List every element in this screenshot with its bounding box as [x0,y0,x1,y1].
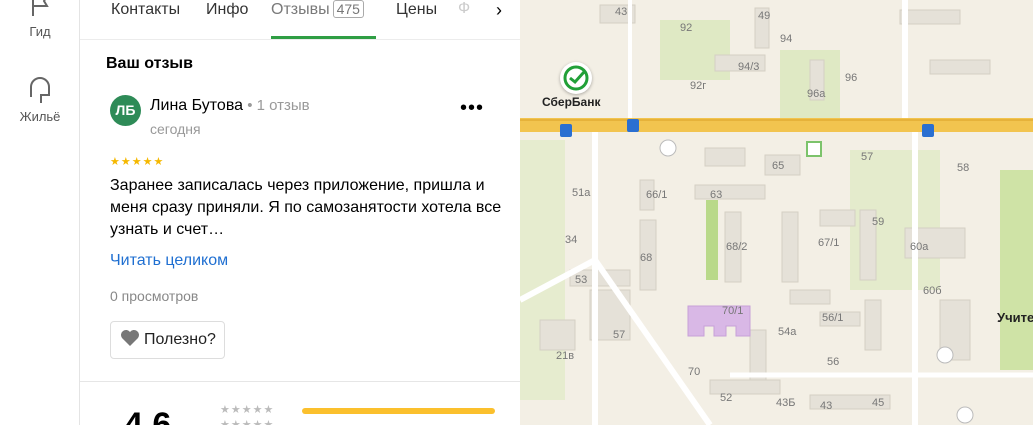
reviews-count-badge: 475 [332,0,364,18]
house-number: 65 [772,160,785,172]
house-number: 45 [872,397,885,409]
house-icon [30,77,50,103]
house-number: 70/1 [722,305,744,317]
house-number: 60а [910,241,929,253]
house-number: 94/3 [738,61,760,73]
rating-value: 4,6 [124,406,172,425]
house-number: 94 [780,33,793,45]
rail-item-housing[interactable]: Жильё [0,75,80,124]
house-number: 59 [872,216,885,228]
review-stars: ★★★★★ [110,156,165,168]
tab-reviews[interactable]: Отзывы 475 [271,0,364,20]
house-number: 68 [640,252,653,264]
house-number: 49 [758,10,771,22]
house-number: 92 [680,22,693,34]
review-text: Заранее записалась через приложение, при… [110,177,502,238]
map[interactable]: СберБанк Учитель 43 49 92 94 94/3 96 92г… [520,0,1033,425]
house-number: 96а [807,88,826,100]
sberbank-marker[interactable] [560,62,592,94]
tab-reviews-label: Отзывы [271,1,330,18]
heart-icon [121,330,139,346]
house-number: 70 [688,366,701,378]
house-number: 67/1 [818,237,840,249]
house-number: 21в [556,350,575,362]
house-number: 34 [565,234,578,246]
more-options-icon[interactable]: ••• [460,98,484,118]
house-number: 56 [827,356,840,368]
avatar[interactable]: ЛБ [110,95,141,126]
house-number: 57 [861,151,874,163]
house-number: 43Б [776,397,796,409]
poi-label[interactable]: СберБанк [542,95,600,109]
tab-bar: Контакты Инфо Отзывы 475 Цены Ф › [80,0,520,40]
author-name[interactable]: Лина Бутова [150,97,243,114]
house-number: 56/1 [822,312,844,324]
tab-contacts[interactable]: Контакты [111,0,180,20]
useful-button[interactable]: Полезно? [110,321,225,359]
chevron-right-icon[interactable]: › [484,0,514,24]
house-number: 66/1 [646,189,668,201]
read-more-link[interactable]: Читать целиком [110,252,228,270]
section-title: Ваш отзыв [106,55,193,72]
views-count: 0 просмотров [110,288,199,304]
review-date: сегодня [150,121,201,137]
house-number: 92г [690,80,707,92]
district-label: Учитель [997,310,1033,325]
map-canvas[interactable] [520,0,1033,425]
house-number: 57 [613,329,626,341]
sberbank-logo-icon [563,65,589,91]
house-number: 52 [720,392,733,404]
rail-item-label: Гид [29,24,51,39]
house-number: 96 [845,72,858,84]
useful-label: Полезно? [144,331,216,348]
flag-icon [32,0,49,16]
distribution-bar-5 [302,408,495,414]
house-number: 51а [572,187,591,199]
rail-item-label: Жильё [19,109,61,124]
review-author[interactable]: Лина Бутова • 1 отзыв [150,97,310,115]
house-number: 60б [923,285,942,297]
house-number: 43 [820,400,833,412]
tab-info[interactable]: Инфо [206,0,248,20]
tab-prices[interactable]: Цены [396,0,437,20]
house-number: 68/2 [726,241,748,253]
house-number: 54а [778,326,797,338]
house-number: 53 [575,274,588,286]
distribution-stars-5: ★★★★★ [220,404,275,416]
left-rail: Гид Жильё [0,0,80,425]
author-review-count: • 1 отзыв [243,97,310,114]
reviews-panel: Контакты Инфо Отзывы 475 Цены Ф › Ваш отз… [80,0,520,425]
house-number: 43 [615,6,628,18]
active-tab-indicator [271,36,376,39]
house-number: 58 [957,162,970,174]
house-number: 63 [710,189,723,201]
distribution-stars-4: ★★★★★ [220,419,275,425]
rail-item-guide[interactable]: Гид [0,0,80,39]
divider [80,381,520,382]
tab-faded[interactable]: Ф [458,0,470,18]
